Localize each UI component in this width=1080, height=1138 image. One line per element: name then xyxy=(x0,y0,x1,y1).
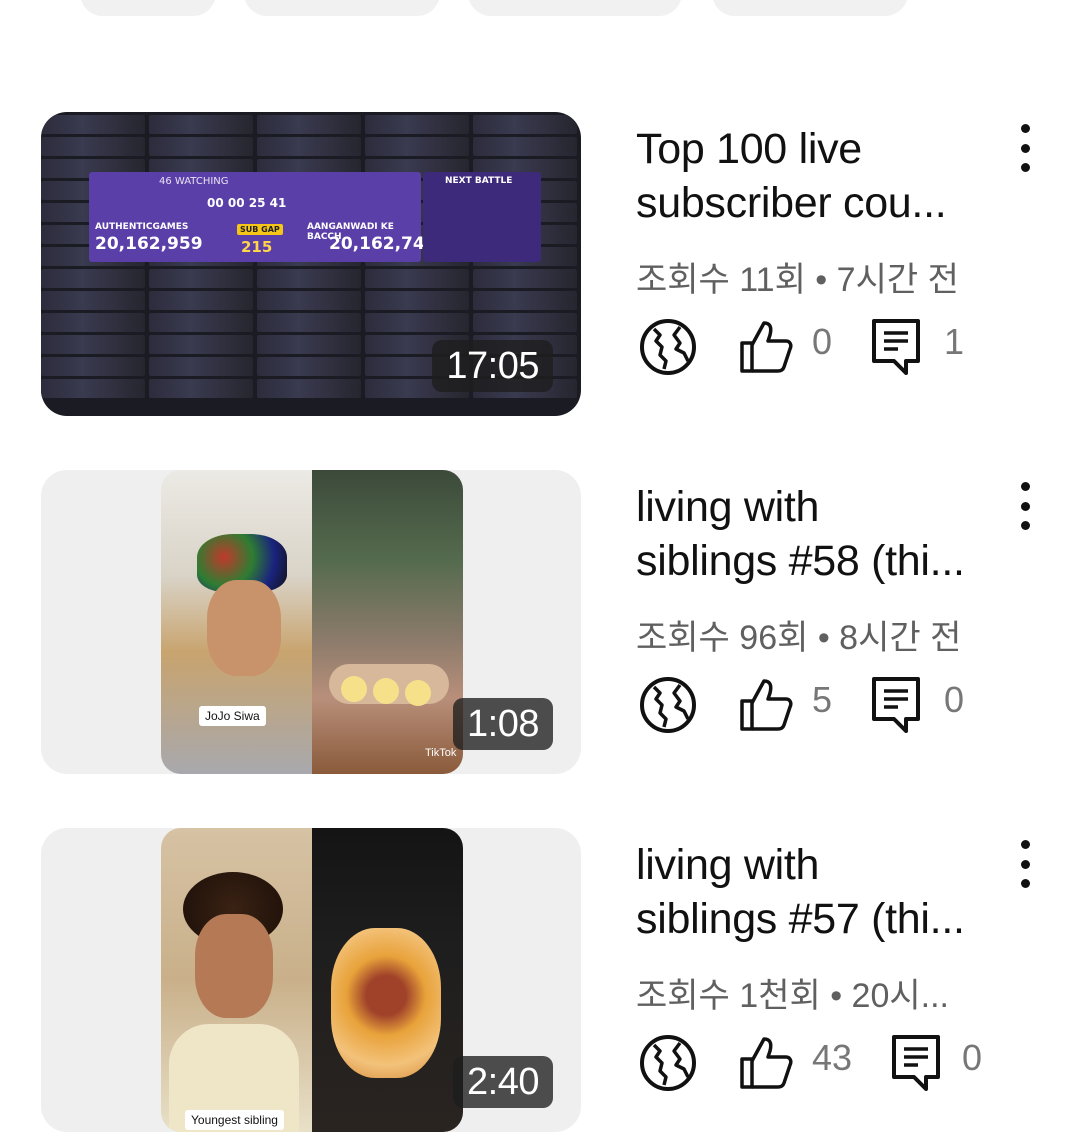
video-duration: 2:40 xyxy=(453,1056,553,1108)
like-count: 5 xyxy=(812,679,833,720)
gap-value: 215 xyxy=(241,238,273,256)
video-title[interactable]: living with siblings #58 (thi... xyxy=(636,480,996,588)
video-item[interactable]: 46 WATCHING 00 00 25 41 AUTHENTICGAMES 2… xyxy=(0,112,1080,422)
comment-count: 0 xyxy=(944,679,965,720)
comment-icon[interactable] xyxy=(868,675,928,735)
comment-icon[interactable] xyxy=(868,317,928,377)
left-channel-count: 20,162,959 xyxy=(95,234,203,254)
gap-label: SUB GAP xyxy=(237,224,283,235)
timer-label: 00 00 25 41 xyxy=(207,196,287,210)
more-vert-icon[interactable] xyxy=(1010,840,1040,888)
battle-panel: 46 WATCHING 00 00 25 41 AUTHENTICGAMES 2… xyxy=(89,172,437,262)
video-duration: 17:05 xyxy=(432,340,553,392)
video-item[interactable]: JoJo Siwa TikTok 1:08 living with siblin… xyxy=(0,470,1080,780)
filter-chip[interactable] xyxy=(712,0,908,16)
thumbnail-image: Youngest sibling xyxy=(161,828,463,1132)
more-vert-icon[interactable] xyxy=(1010,482,1040,530)
more-vert-icon[interactable] xyxy=(1010,124,1040,172)
video-meta: 조회수 1천회 • 20시... xyxy=(636,977,949,1015)
video-title[interactable]: Top 100 live subscriber cou... xyxy=(636,122,996,230)
globe-icon xyxy=(640,1035,696,1091)
thumbs-up-icon[interactable] xyxy=(736,1033,796,1093)
video-item[interactable]: Youngest sibling 2:40 living with siblin… xyxy=(0,828,1080,1138)
thumbnail-caption: Youngest sibling xyxy=(185,1110,284,1130)
video-duration: 1:08 xyxy=(453,698,553,750)
filter-chip[interactable] xyxy=(80,0,216,16)
video-meta: 조회수 11회 • 7시간 전 xyxy=(636,261,959,299)
thumbs-up-icon[interactable] xyxy=(736,675,796,735)
thumbnail-image: JoJo Siwa TikTok xyxy=(161,470,463,774)
video-title[interactable]: living with siblings #57 (thi... xyxy=(636,838,996,946)
like-count: 43 xyxy=(812,1037,853,1078)
next-battle-label: NEXT BATTLE xyxy=(445,176,513,186)
video-thumbnail[interactable]: Youngest sibling 2:40 xyxy=(41,828,581,1132)
video-meta: 조회수 96회 • 8시간 전 xyxy=(636,619,962,657)
filter-chip[interactable] xyxy=(468,0,682,16)
globe-icon xyxy=(640,319,696,375)
next-battle-panel: NEXT BATTLE xyxy=(423,172,541,262)
comment-count: 1 xyxy=(944,321,965,362)
like-count: 0 xyxy=(812,321,833,362)
comment-count: 0 xyxy=(962,1037,983,1078)
watching-label: 46 WATCHING xyxy=(159,176,229,187)
comment-icon[interactable] xyxy=(888,1033,948,1093)
left-channel-name: AUTHENTICGAMES xyxy=(95,222,189,232)
filter-chip[interactable] xyxy=(244,0,440,16)
video-thumbnail[interactable]: 46 WATCHING 00 00 25 41 AUTHENTICGAMES 2… xyxy=(41,112,581,416)
thumbnail-caption: JoJo Siwa xyxy=(199,706,266,726)
video-thumbnail[interactable]: JoJo Siwa TikTok 1:08 xyxy=(41,470,581,774)
globe-icon xyxy=(640,677,696,733)
thumbs-up-icon[interactable] xyxy=(736,317,796,377)
right-channel-count: 20,162,744 xyxy=(329,234,437,254)
